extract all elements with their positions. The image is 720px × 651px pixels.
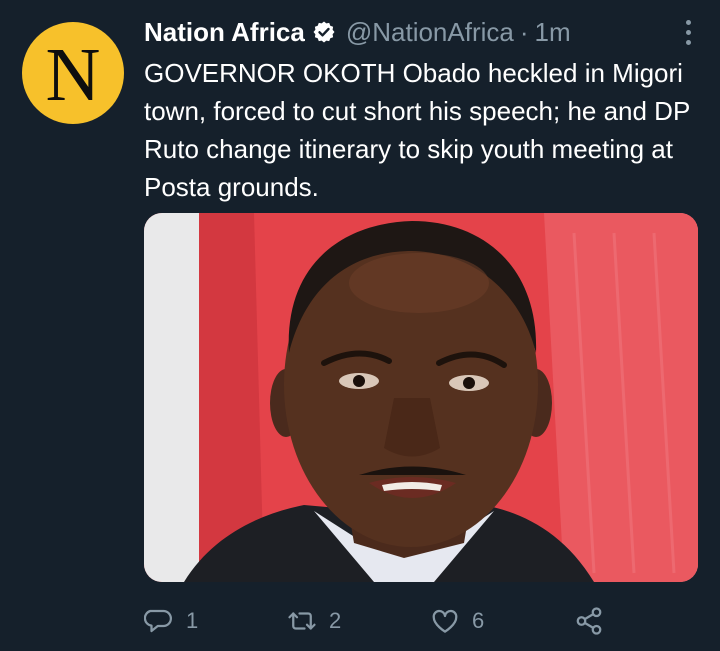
reply-icon (144, 609, 172, 633)
retweet-icon (288, 612, 316, 630)
author-name[interactable]: Nation Africa (144, 17, 305, 48)
avatar-logo-letter: N (45, 33, 101, 117)
tweet-actions: 1 2 6 (144, 600, 614, 642)
reply-button[interactable]: 1 (144, 600, 198, 642)
timestamp[interactable]: 1m (535, 17, 571, 48)
verified-badge-icon (312, 20, 336, 44)
more-options-icon[interactable] (676, 18, 700, 46)
retweet-count: 2 (329, 608, 342, 633)
separator-dot: · (519, 16, 529, 47)
share-icon (576, 607, 602, 635)
like-button[interactable]: 6 (430, 600, 484, 642)
author-handle[interactable]: @NationAfrica (346, 17, 514, 48)
like-icon (432, 609, 458, 633)
like-count: 6 (472, 608, 485, 633)
share-button[interactable] (574, 600, 604, 642)
reply-count: 1 (186, 608, 199, 633)
tweet-text: GOVERNOR OKOTH Obado heckled in Migori t… (144, 58, 690, 202)
tweet-header: Nation Africa @NationAfrica · 1m (144, 14, 700, 50)
tweet-photo[interactable] (144, 213, 698, 582)
retweet-button[interactable]: 2 (287, 600, 341, 642)
avatar[interactable]: N (22, 22, 124, 124)
